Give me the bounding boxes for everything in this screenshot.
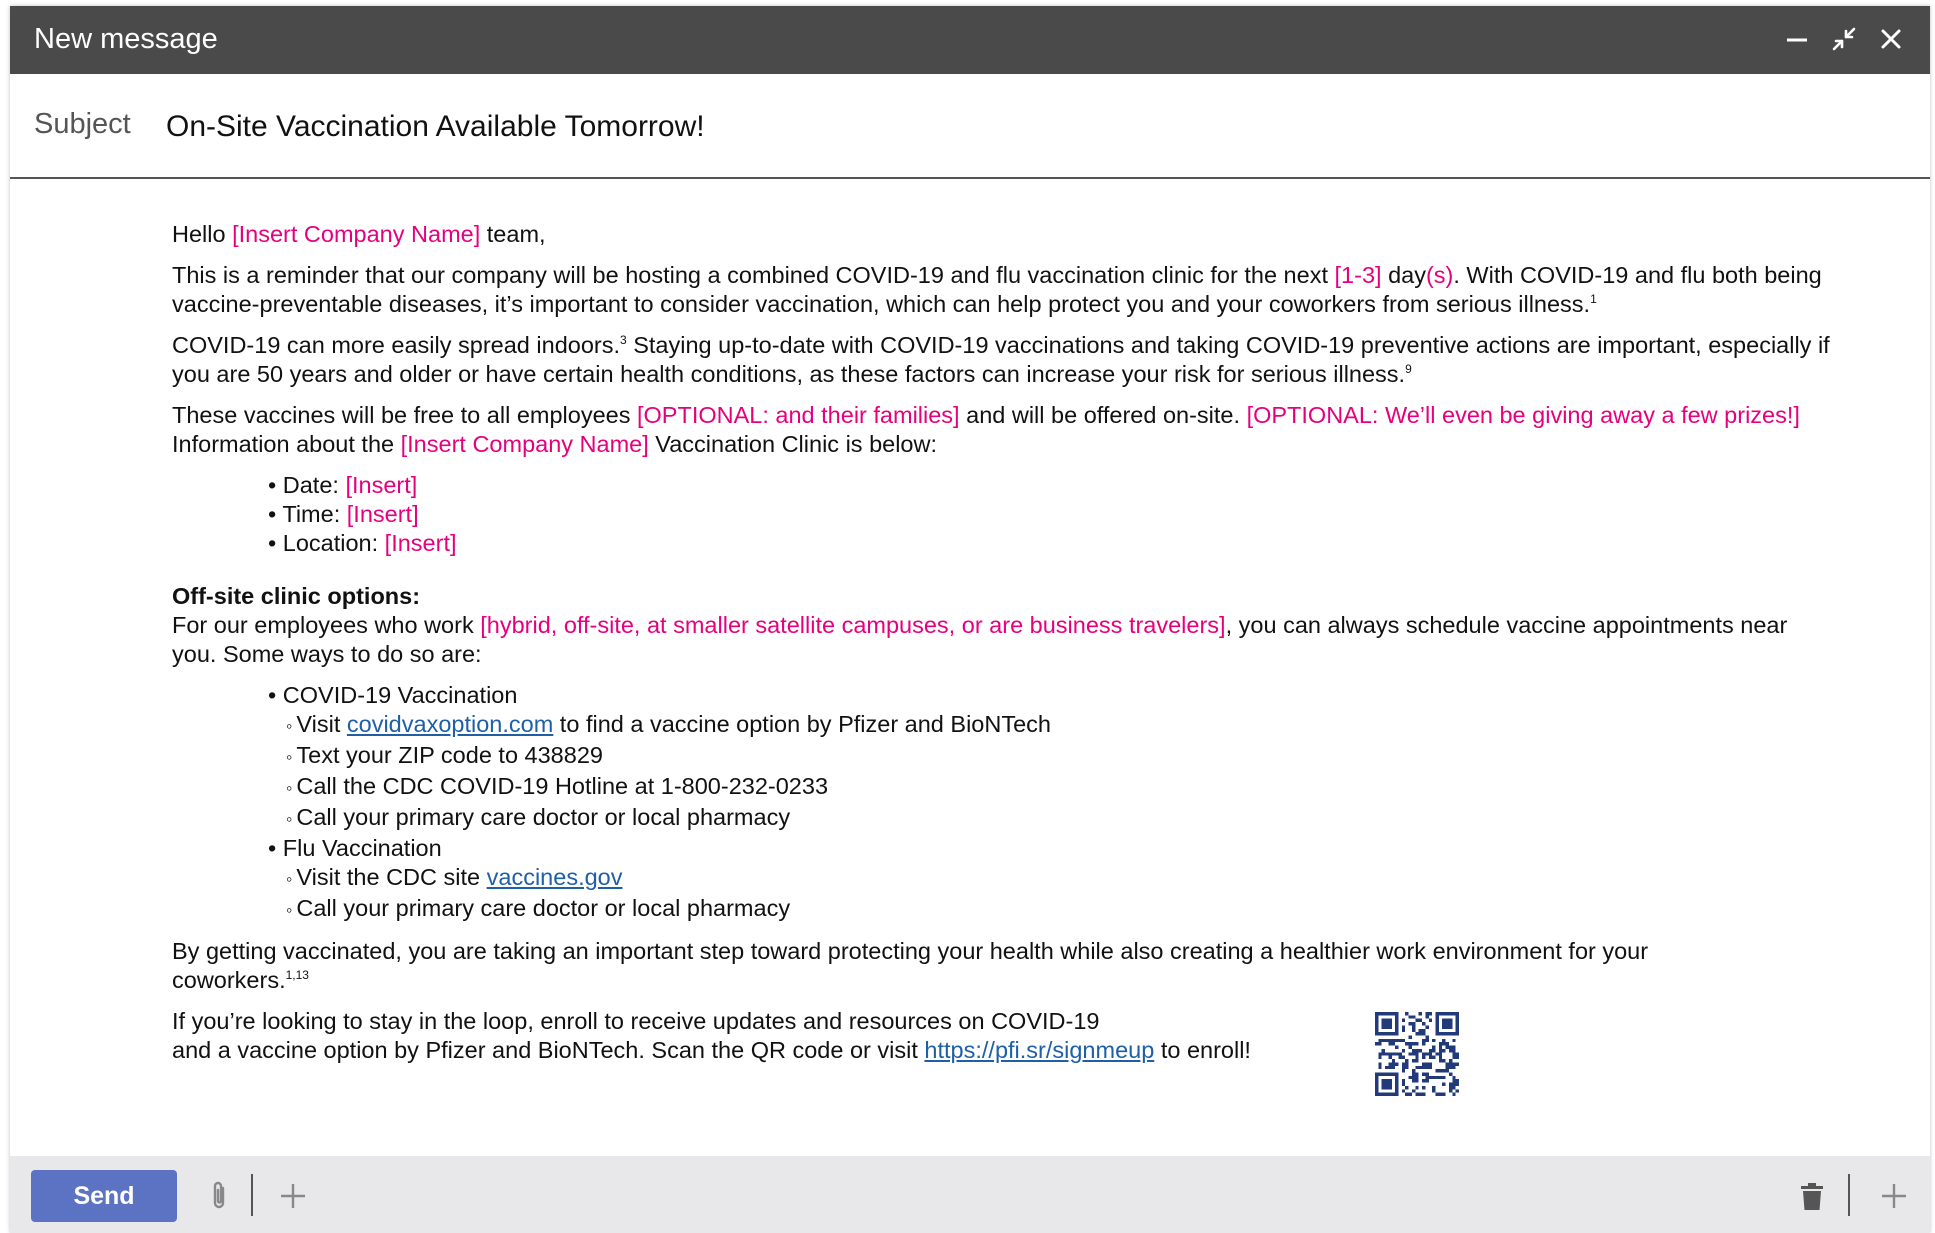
list-item: Location: [Insert]: [268, 529, 1832, 558]
divider: [1848, 1174, 1850, 1216]
minimize-icon[interactable]: [1780, 22, 1814, 56]
signup-link[interactable]: https://pfi.sr/signmeup: [924, 1037, 1154, 1063]
list-item: Call the CDC COVID-19 Hotline at 1-800-2…: [286, 772, 1832, 803]
window-title: New message: [34, 23, 218, 55]
paragraph-offsite: Off-site clinic options: For our employee…: [172, 582, 1832, 669]
subject-row: Subject: [10, 74, 1930, 179]
list-item-flu: Flu Vaccination Visit the CDC site vacci…: [268, 834, 1832, 925]
footnote-ref: 3: [620, 333, 627, 348]
message-body[interactable]: Hello [Insert Company Name] team, This i…: [172, 220, 1832, 1077]
list-item: Call your primary care doctor or local p…: [286, 894, 1832, 925]
section-heading: Off-site clinic options:: [172, 583, 421, 609]
placeholder-text: (s): [1425, 262, 1454, 288]
placeholder-text: [OPTIONAL: and their families]: [637, 402, 960, 428]
divider: [251, 1174, 253, 1216]
plus-icon[interactable]: [273, 1176, 313, 1216]
paragraph-reminder: This is a reminder that our company will…: [172, 262, 1822, 317]
title-bar: New message: [10, 6, 1930, 74]
paragraph-enroll: If you’re looking to stay in the loop, e…: [172, 1008, 1251, 1063]
collapse-icon[interactable]: [1827, 22, 1861, 56]
list-item-covid: COVID-19 Vaccination Visit covidvaxoptio…: [268, 681, 1832, 834]
clinic-details-list: Date: [Insert] Time: [Insert] Location: …: [172, 471, 1832, 558]
footnote-ref: 9: [1405, 362, 1412, 377]
subject-label: Subject: [34, 108, 131, 140]
placeholder-text: [hybrid, off-site, at smaller satellite …: [480, 612, 1226, 638]
send-button[interactable]: Send: [31, 1170, 177, 1222]
list-item: Text your ZIP code to 438829: [286, 741, 1832, 772]
placeholder-text: [OPTIONAL: We’ll even be giving away a f…: [1246, 402, 1800, 428]
footnote-ref: 1,13: [285, 968, 309, 983]
footnote-ref: 1: [1590, 292, 1597, 307]
compose-window: New message Subject Hello [Insert Compan…: [10, 6, 1930, 1233]
paragraph-free-vaccines: These vaccines will be free to all emplo…: [172, 402, 1800, 457]
paragraph-indoors: COVID-19 can more easily spread indoors.…: [172, 332, 1830, 387]
qr-code-image: [1375, 1012, 1459, 1096]
paragraph-benefits: By getting vaccinated, you are taking an…: [172, 938, 1649, 993]
list-item: Visit covidvaxoption.com to find a vacci…: [286, 710, 1832, 741]
greeting: Hello [Insert Company Name] team,: [172, 221, 546, 247]
list-item: Visit the CDC site vaccines.gov: [286, 863, 1832, 894]
compose-footer: Send: [10, 1156, 1930, 1233]
vaccination-options-list: COVID-19 Vaccination Visit covidvaxoptio…: [172, 681, 1832, 925]
placeholder-text: [Insert Company Name]: [400, 431, 649, 457]
close-icon[interactable]: [1874, 22, 1908, 56]
placeholder-text: [Insert Company Name]: [232, 221, 481, 247]
plus-icon[interactable]: [1874, 1176, 1914, 1216]
list-item: Date: [Insert]: [268, 471, 1832, 500]
list-item: Call your primary care doctor or local p…: [286, 803, 1832, 834]
subject-input[interactable]: [166, 110, 1666, 144]
placeholder-text: [1-3]: [1334, 262, 1382, 288]
covidvaxoption-link[interactable]: covidvaxoption.com: [347, 711, 553, 737]
vaccines-gov-link[interactable]: vaccines.gov: [487, 864, 623, 890]
trash-icon[interactable]: [1792, 1176, 1832, 1216]
list-item: Time: [Insert]: [268, 500, 1832, 529]
paperclip-icon[interactable]: [200, 1176, 240, 1216]
